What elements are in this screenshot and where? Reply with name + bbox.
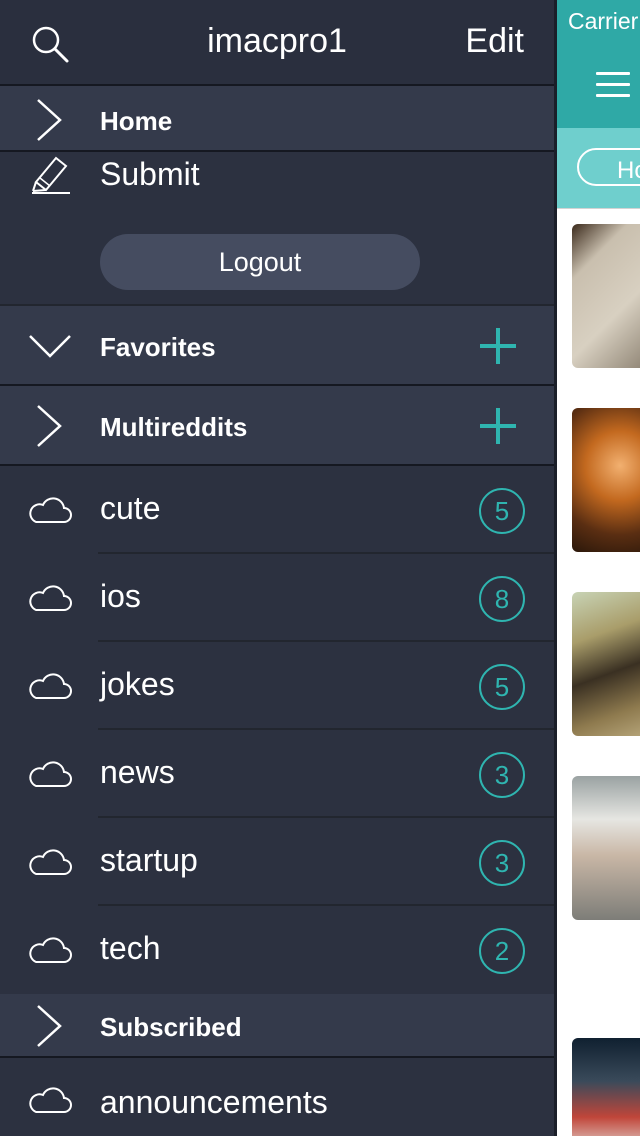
subreddit-label: cute	[100, 490, 161, 526]
subreddit-label: announcements	[100, 1084, 328, 1120]
subreddit-label: jokes	[100, 666, 175, 702]
add-multireddit-plus-icon[interactable]	[480, 408, 516, 444]
unread-count-badge: 3	[479, 752, 525, 798]
drawer-edge	[554, 0, 557, 1136]
section-subscribed[interactable]: Subscribed	[0, 994, 554, 1058]
add-favorite-plus-icon[interactable]	[480, 328, 516, 364]
section-label: Multireddits	[100, 412, 248, 442]
unread-count-badge: 8	[479, 576, 525, 622]
chevron-right-icon	[37, 405, 62, 447]
hamburger-menu-icon[interactable]	[596, 72, 630, 98]
post-thumbnail[interactable]	[572, 776, 640, 920]
logout-row: Logout	[0, 218, 554, 306]
subreddit-row[interactable]: jokes 5	[0, 642, 554, 730]
post-thumbnail[interactable]	[572, 224, 640, 368]
cloud-icon	[29, 585, 72, 611]
section-label: Home	[100, 106, 173, 136]
side-drawer: imacpro1 Edit Home Submit Logout Favorit…	[0, 0, 554, 1136]
section-label: Subscribed	[100, 1012, 242, 1042]
subreddit-label: tech	[100, 930, 161, 966]
unread-count-badge: 2	[479, 928, 525, 974]
cloud-icon	[29, 1087, 72, 1113]
section-multireddits[interactable]: Multireddits	[0, 386, 554, 466]
section-favorites[interactable]: Favorites	[0, 306, 554, 386]
cloud-icon	[29, 761, 72, 787]
post-thumbnail[interactable]	[572, 1038, 640, 1136]
chevron-right-icon	[37, 99, 62, 141]
unread-count-badge: 5	[479, 664, 525, 710]
subreddit-row[interactable]: startup 3	[0, 818, 554, 906]
unread-count-badge: 5	[479, 488, 525, 534]
subreddit-row[interactable]: announcements	[0, 1058, 554, 1136]
subreddit-row[interactable]: news 3	[0, 730, 554, 818]
chevron-right-icon	[37, 1005, 62, 1047]
pencil-icon	[32, 156, 70, 194]
subreddit-label: ios	[100, 578, 141, 614]
chevron-down-icon	[29, 335, 71, 358]
subreddit-row[interactable]: ios 8	[0, 554, 554, 642]
main-navbar: Carrier	[557, 0, 640, 128]
cloud-icon	[29, 497, 72, 523]
subreddit-label: news	[100, 754, 175, 790]
cloud-icon	[29, 673, 72, 699]
subreddit-label: startup	[100, 842, 198, 878]
main-content-panel[interactable]: Carrier Home	[557, 0, 640, 1136]
cloud-icon	[29, 937, 72, 963]
post-thumbnail[interactable]	[572, 592, 640, 736]
drawer-header: imacpro1 Edit	[0, 0, 554, 86]
logout-button[interactable]: Logout	[100, 234, 420, 290]
edit-button[interactable]: Edit	[465, 22, 524, 61]
subreddit-row[interactable]: tech 2	[0, 906, 554, 994]
section-label: Favorites	[100, 332, 216, 362]
main-subbar: Home	[557, 128, 640, 209]
submit-label: Submit	[100, 156, 200, 192]
post-thumbnail[interactable]	[572, 408, 640, 552]
cloud-icon	[29, 849, 72, 875]
submit-row[interactable]: Submit	[0, 152, 554, 218]
home-pill-button[interactable]: Home	[577, 148, 640, 186]
unread-count-badge: 3	[479, 840, 525, 886]
section-home[interactable]: Home	[0, 86, 554, 152]
subreddit-row[interactable]: cute 5	[0, 466, 554, 554]
carrier-label: Carrier	[568, 8, 639, 34]
